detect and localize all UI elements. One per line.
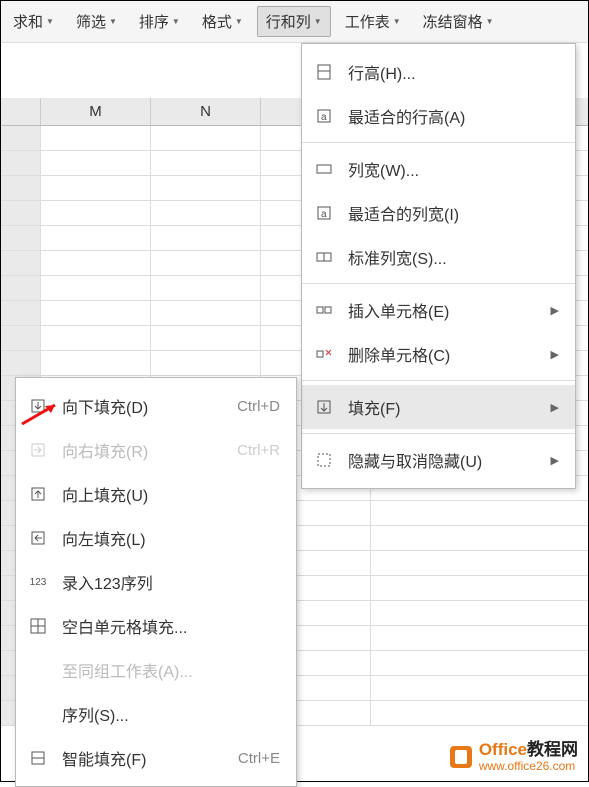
fill-icon [314,397,334,417]
toolbar-filter[interactable]: 筛选▼ [68,7,125,36]
shortcut-text: Ctrl+E [238,750,280,767]
menu-label: 序列(S)... [62,702,280,726]
insert-cell-icon [314,300,334,320]
menu-col-width[interactable]: 列宽(W)... [302,147,575,191]
rows-cols-menu: 行高(H)... a 最适合的行高(A) 列宽(W)... a 最适合的列宽(I… [301,43,576,489]
menu-label: 最适合的列宽(I) [348,201,559,225]
menu-auto-col-width[interactable]: a 最适合的列宽(I) [302,191,575,235]
chevron-right-icon: ▶ [551,304,559,317]
toolbar-format[interactable]: 格式▼ [194,7,251,36]
fill-left-icon [28,528,48,548]
fill-up-icon [28,484,48,504]
fill-submenu: 向下填充(D) Ctrl+D 向右填充(R) Ctrl+R 向上填充(U) 向左… [15,377,297,787]
menu-label: 隐藏与取消隐藏(U) [348,448,537,472]
menu-label: 向上填充(U) [62,482,280,506]
menu-label: 向左填充(L) [62,526,280,550]
caret-icon: ▼ [486,17,494,26]
fill-down-icon [28,396,48,416]
menu-auto-row-height[interactable]: a 最适合的行高(A) [302,94,575,138]
hide-icon [314,450,334,470]
caret-icon: ▼ [314,17,322,26]
chevron-right-icon: ▶ [551,401,559,414]
menu-hide-unhide[interactable]: 隐藏与取消隐藏(U) ▶ [302,438,575,482]
delete-cell-icon [314,344,334,364]
caret-icon: ▼ [46,17,54,26]
fill-right-icon [28,440,48,460]
menu-fill-up[interactable]: 向上填充(U) [16,472,296,516]
menu-fill-right: 向右填充(R) Ctrl+R [16,428,296,472]
menu-separator [302,142,575,143]
watermark-text-2: 教程网 [527,740,578,759]
menu-to-group-sheets: 至同组工作表(A)... [16,648,296,692]
watermark-text-1: Office [479,740,527,759]
menu-label: 至同组工作表(A)... [62,658,280,682]
menu-label: 录入123序列 [62,570,280,594]
toolbar-sum[interactable]: 求和▼ [5,7,62,36]
row-height-icon [314,62,334,82]
caret-icon: ▼ [172,17,180,26]
shortcut-text: Ctrl+R [237,442,280,459]
menu-fill[interactable]: 填充(F) ▶ [302,385,575,429]
menu-label: 最适合的行高(A) [348,104,559,128]
menu-fill-left[interactable]: 向左填充(L) [16,516,296,560]
caret-icon: ▼ [109,17,117,26]
menu-delete-cells[interactable]: 删除单元格(C) ▶ [302,332,575,376]
shortcut-text: Ctrl+D [237,398,280,415]
blank-icon [28,704,48,724]
menu-series[interactable]: 序列(S)... [16,692,296,736]
col-header[interactable] [1,98,41,125]
caret-icon: ▼ [235,17,243,26]
menu-separator [302,283,575,284]
chevron-right-icon: ▶ [551,454,559,467]
svg-text:a: a [321,209,327,220]
menu-fill-123-series[interactable]: 123 录入123序列 [16,560,296,604]
menu-label: 填充(F) [348,395,537,419]
menu-label: 空白单元格填充... [62,614,280,638]
col-header-n[interactable]: N [151,98,261,125]
toolbar: 求和▼ 筛选▼ 排序▼ 格式▼ 行和列▼ 工作表▼ 冻结窗格▼ [1,1,588,43]
watermark: Office教程网 www.office26.com [447,741,578,773]
menu-separator [302,433,575,434]
col-header-m[interactable]: M [41,98,151,125]
auto-height-icon: a [314,106,334,126]
blank-fill-icon [28,616,48,636]
menu-label: 向下填充(D) [62,394,223,418]
toolbar-freeze[interactable]: 冻结窗格▼ [415,7,502,36]
menu-separator [302,380,575,381]
blank-icon [28,660,48,680]
toolbar-sort[interactable]: 排序▼ [131,7,188,36]
menu-label: 标准列宽(S)... [348,245,559,269]
menu-label: 插入单元格(E) [348,298,537,322]
menu-label: 智能填充(F) [62,746,224,770]
smart-fill-icon [28,748,48,768]
menu-label: 列宽(W)... [348,157,559,181]
series-123-icon: 123 [28,572,48,592]
toolbar-rows-cols[interactable]: 行和列▼ [257,6,331,37]
chevron-right-icon: ▶ [551,348,559,361]
std-width-icon [314,247,334,267]
office-logo-icon [447,743,475,771]
menu-std-col-width[interactable]: 标准列宽(S)... [302,235,575,279]
caret-icon: ▼ [393,17,401,26]
toolbar-worksheet[interactable]: 工作表▼ [337,7,409,36]
menu-row-height[interactable]: 行高(H)... [302,50,575,94]
menu-label: 行高(H)... [348,60,559,84]
menu-fill-down[interactable]: 向下填充(D) Ctrl+D [16,384,296,428]
auto-width-icon: a [314,203,334,223]
menu-label: 向右填充(R) [62,438,223,462]
menu-insert-cells[interactable]: 插入单元格(E) ▶ [302,288,575,332]
menu-label: 删除单元格(C) [348,342,537,366]
col-width-icon [314,159,334,179]
menu-smart-fill[interactable]: 智能填充(F) Ctrl+E [16,736,296,780]
watermark-url: www.office26.com [479,760,578,773]
svg-text:a: a [321,112,327,123]
menu-blank-cell-fill[interactable]: 空白单元格填充... [16,604,296,648]
